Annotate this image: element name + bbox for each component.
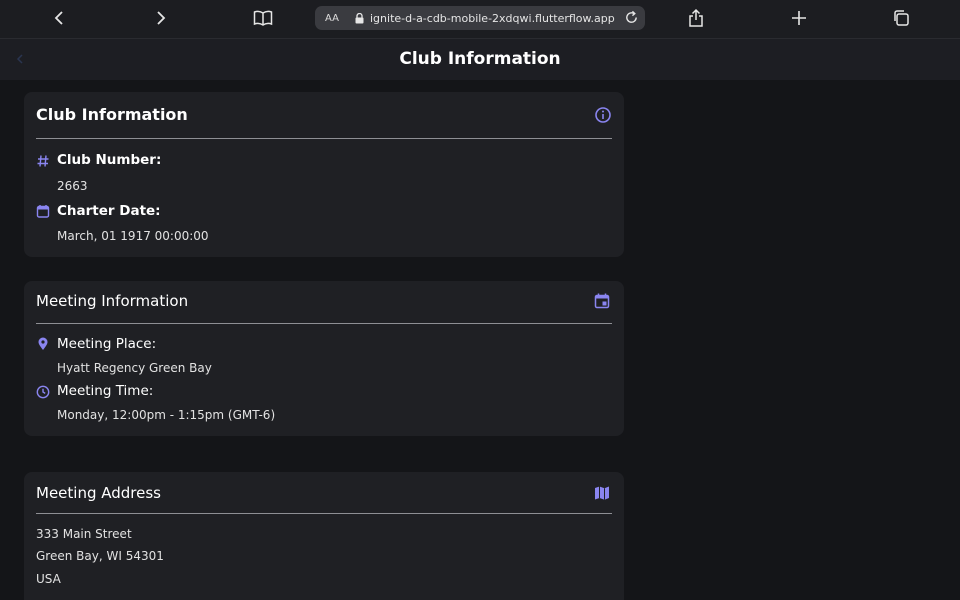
new-tab-plus-icon[interactable] [785, 6, 813, 30]
charter-date-label: Charter Date: [57, 203, 161, 219]
address-line-country: USA [36, 572, 61, 586]
calendar-event-icon[interactable] [594, 293, 612, 311]
page-title: Club Information [399, 49, 561, 69]
location-pin-icon [36, 337, 50, 351]
lock-icon [355, 12, 364, 24]
meeting-address-card: Meeting Address 333 Main Street Green Ba… [24, 472, 624, 600]
app-header: Club Information [0, 39, 960, 80]
club-number-value: 2663 [57, 179, 88, 193]
bookmarks-book-icon[interactable] [249, 6, 277, 30]
url-text: ignite-d-a-cdb-mobile-2xdqwi.flutterflow… [370, 11, 615, 25]
browser-toolbar: AA ignite-d-a-cdb-mobile-2xdqwi.flutterf… [0, 0, 960, 39]
card-title: Meeting Information [36, 292, 189, 310]
club-number-label: Club Number: [57, 152, 162, 168]
meeting-time-label: Meeting Time: [57, 383, 154, 399]
share-icon[interactable] [682, 6, 710, 30]
divider [36, 138, 612, 139]
meeting-place-value: Hyatt Regency Green Bay [57, 361, 212, 375]
club-information-card: Club Information Club Number: 2663 Chart… [24, 92, 624, 257]
address-line-street: 333 Main Street [36, 527, 132, 541]
reload-icon[interactable] [624, 10, 639, 25]
divider [36, 323, 612, 324]
divider [36, 513, 612, 514]
meeting-information-card: Meeting Information Meeting Place: Hyatt… [24, 281, 624, 436]
map-icon[interactable] [594, 485, 612, 503]
forward-arrow-icon[interactable] [147, 6, 175, 30]
meeting-place-label: Meeting Place: [57, 336, 157, 352]
charter-date-value: March, 01 1917 00:00:00 [57, 229, 209, 243]
address-bar[interactable]: AA ignite-d-a-cdb-mobile-2xdqwi.flutterf… [315, 6, 645, 30]
back-arrow-icon[interactable] [45, 6, 73, 30]
hashtag-icon [36, 154, 50, 168]
card-title: Club Information [36, 105, 188, 124]
info-icon[interactable] [594, 106, 612, 124]
address-line-city: Green Bay, WI 54301 [36, 549, 164, 563]
text-size-button[interactable]: AA [317, 13, 347, 24]
meeting-time-value: Monday, 12:00pm - 1:15pm (GMT-6) [57, 408, 276, 422]
clock-icon [36, 385, 50, 399]
calendar-icon [36, 204, 50, 218]
tabs-overview-icon[interactable] [887, 6, 915, 30]
card-title: Meeting Address [36, 484, 161, 502]
